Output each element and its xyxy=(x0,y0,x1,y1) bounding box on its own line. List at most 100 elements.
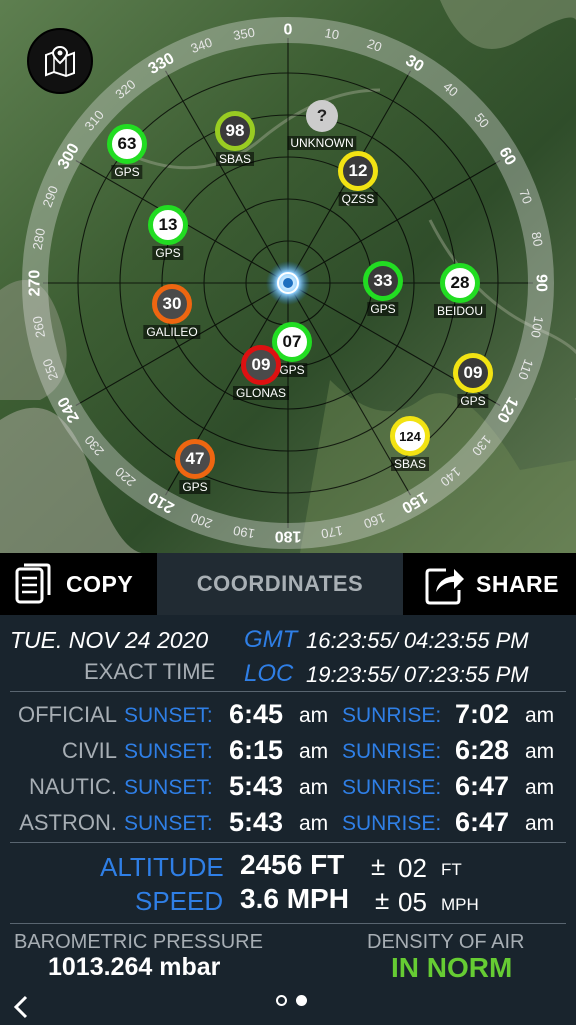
satellite-number: 28 xyxy=(450,273,470,292)
satellite-number: ? xyxy=(316,106,328,125)
azimuth-tick-label: 80 xyxy=(529,231,546,248)
sunrise-label: SUNRISE: xyxy=(342,740,442,763)
sunset-ampm: am xyxy=(299,812,329,835)
satellite-number: 124 xyxy=(399,428,421,444)
azimuth-tick-label: 180 xyxy=(275,528,302,545)
satellite-system-label: GPS xyxy=(276,363,308,377)
sunset-time: 5:43 xyxy=(229,771,284,801)
sunrise-label: SUNRISE: xyxy=(342,704,442,727)
satellite-system-label: GPS xyxy=(367,302,399,316)
share-button[interactable]: SHARE xyxy=(424,553,559,615)
altitude-accuracy: 02 xyxy=(398,853,427,883)
satellite-system-label: GALILEO xyxy=(143,325,201,339)
date-text: TUE. NOV 24 2020 xyxy=(10,627,209,653)
satellite-marker[interactable]: 63 GPS xyxy=(107,124,147,179)
share-label: SHARE xyxy=(476,570,560,597)
satellite-number: 09 xyxy=(251,355,271,374)
twilight-name: ASTRON. xyxy=(19,810,117,835)
azimuth-tick-label: 0 xyxy=(284,22,293,39)
sunset-time: 6:15 xyxy=(229,735,284,765)
satellite-system-label: BEIDOU xyxy=(433,304,487,318)
exact-time-label: EXACT TIME xyxy=(84,659,216,684)
sunrise-time: 6:28 xyxy=(455,735,510,765)
satellite-marker[interactable]: 47 GPS xyxy=(175,439,215,494)
copy-label: COPY xyxy=(66,570,134,597)
sunrise-ampm: am xyxy=(525,776,555,799)
satellite-marker[interactable]: 13 GPS xyxy=(148,205,188,260)
map-toggle-button[interactable] xyxy=(27,28,93,94)
pressure-value: 1013.264 mbar xyxy=(48,953,221,981)
satellite-number: 07 xyxy=(282,332,302,351)
satellite-marker[interactable]: 124 SBAS xyxy=(390,416,430,471)
sunset-ampm: am xyxy=(299,704,329,727)
azimuth-tick-label: 270 xyxy=(27,270,44,297)
twilight-name: CIVIL xyxy=(61,738,117,763)
satellite-number: 33 xyxy=(373,271,393,290)
loc-value: 19:23:55/ 07:23:55 PM xyxy=(306,662,529,687)
satellite-marker[interactable]: 09 GLONAS xyxy=(232,345,290,400)
page-dot[interactable] xyxy=(296,995,307,1006)
sunrise-ampm: am xyxy=(525,740,555,763)
twilight-name: OFFICIAL xyxy=(17,702,117,727)
tab-coordinates[interactable]: COORDINATES xyxy=(157,553,403,615)
sunset-label: SUNSET: xyxy=(124,812,213,835)
divider xyxy=(10,691,566,692)
speed-plusminus: ± xyxy=(375,885,390,915)
sky-plot: 0 10 20 30 40 50 60 70 80 90 100 110 120 130 140 150 160… xyxy=(0,0,576,553)
toolbar: COPY COORDINATES SHARE xyxy=(0,553,576,615)
satellite-system-label: GPS xyxy=(457,394,489,408)
satellite-number: 30 xyxy=(162,294,182,313)
map-pin-icon xyxy=(45,45,75,78)
share-icon xyxy=(425,568,464,605)
satellite-system-label: UNKNOWN xyxy=(287,136,357,150)
satellite-marker[interactable]: 28 BEIDOU xyxy=(433,263,487,318)
satellite-system-label: SBAS xyxy=(215,152,255,166)
satellite-system-label: SBAS xyxy=(390,457,430,471)
divider xyxy=(10,842,566,843)
divider xyxy=(10,923,566,924)
loc-label: LOC xyxy=(244,660,294,687)
speed-unit: MPH xyxy=(441,895,479,914)
azimuth-tick-label: 10 xyxy=(324,25,341,42)
altitude-value: 2456 FT xyxy=(240,849,345,880)
satellite-system-label: GPS xyxy=(179,480,211,494)
satellite-number: 09 xyxy=(463,363,483,382)
sunset-time: 5:43 xyxy=(229,807,284,837)
speed-accuracy: 05 xyxy=(398,887,427,917)
twilight-name: NAUTIC. xyxy=(29,774,117,799)
copy-icon xyxy=(15,563,51,604)
back-button[interactable] xyxy=(10,994,34,1020)
satellite-marker[interactable]: 98 SBAS xyxy=(215,111,255,166)
sunset-label: SUNSET: xyxy=(124,704,213,727)
satellite-marker[interactable]: 09 GPS xyxy=(453,353,493,408)
satellite-marker[interactable]: 12 QZSS xyxy=(338,151,378,206)
sunset-label: SUNSET: xyxy=(124,740,213,763)
gmt-label: GMT xyxy=(244,626,298,653)
pressure-label: BAROMETRIC PRESSURE xyxy=(14,931,263,953)
sunrise-time: 7:02 xyxy=(455,699,510,729)
speed-value: 3.6 MPH xyxy=(240,883,349,914)
satellite-marker[interactable]: 30 GALILEO xyxy=(143,284,201,339)
sunset-ampm: am xyxy=(299,776,329,799)
gmt-value: 16:23:55/ 04:23:55 PM xyxy=(306,628,529,653)
density-label: DENSITY OF AIR xyxy=(367,931,525,953)
satellite-number: 98 xyxy=(225,121,245,140)
azimuth-tick-label: 90 xyxy=(533,274,550,292)
speed-label: SPEED xyxy=(135,886,224,916)
altitude-unit: FT xyxy=(441,860,462,879)
satellite-marker[interactable]: 33 GPS xyxy=(363,261,403,316)
satellite-marker[interactable]: ? UNKNOWN xyxy=(287,100,357,150)
satellite-system-label: GPS xyxy=(152,246,184,260)
page-dot[interactable] xyxy=(276,995,287,1006)
satellite-system-label: GLONAS xyxy=(232,386,290,400)
sunrise-label: SUNRISE: xyxy=(342,776,442,799)
sunrise-ampm: am xyxy=(525,812,555,835)
chevron-left-icon xyxy=(13,995,28,1019)
sunrise-time: 6:47 xyxy=(455,771,510,801)
satellite-number: 13 xyxy=(158,215,178,234)
copy-button[interactable]: COPY xyxy=(14,553,133,615)
sunrise-label: SUNRISE: xyxy=(342,812,442,835)
sunrise-ampm: am xyxy=(525,704,555,727)
sunset-ampm: am xyxy=(299,740,329,763)
altitude-plusminus: ± xyxy=(371,851,386,881)
